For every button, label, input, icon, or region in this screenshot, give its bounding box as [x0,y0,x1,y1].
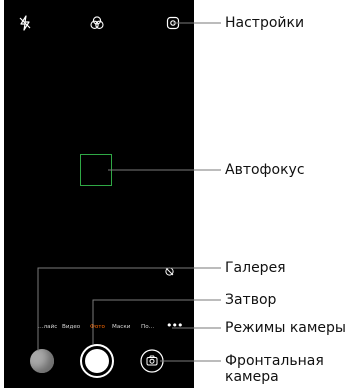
gallery-thumbnail[interactable] [30,349,54,373]
callout-settings: Настройки [225,15,305,31]
shutter-button[interactable] [80,344,114,378]
callout-gallery: Галерея [225,260,286,276]
autofocus-frame [80,154,112,186]
more-modes-icon[interactable]: ••• [166,320,183,332]
filters-icon[interactable] [88,14,106,32]
mode-masks[interactable]: Маски [112,324,130,330]
callout-shutter: Затвор [225,292,277,308]
callout-autofocus: Автофокус [225,162,305,178]
camera-viewfinder[interactable]: …лайс Видео Фото Маски По… ••• [4,0,194,388]
flash-off-icon[interactable] [16,14,34,32]
lens-switch-icon[interactable] [164,266,175,277]
mode-slice[interactable]: …лайс [38,324,57,330]
callout-camera-modes: Режимы камеры [225,320,345,336]
settings-gear-icon[interactable] [164,14,182,32]
front-camera-switch-icon[interactable] [140,349,164,373]
mode-video[interactable]: Видео [62,324,80,330]
mode-photo[interactable]: Фото [90,324,105,330]
shutter-inner-circle [85,349,109,373]
callout-front-camera-line2: камера [225,369,279,385]
callout-front-camera-line1: Фронтальная [225,353,324,369]
mode-more-label[interactable]: По… [141,324,154,330]
